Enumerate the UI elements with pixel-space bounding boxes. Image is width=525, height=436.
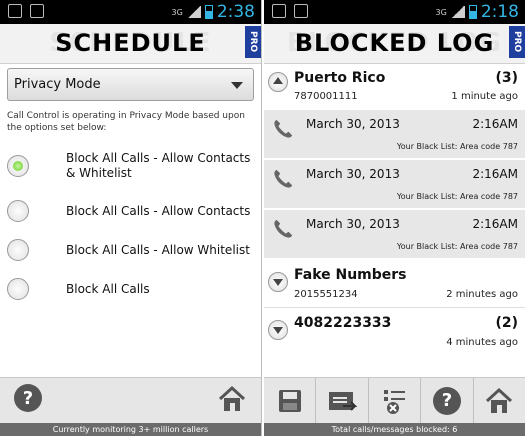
pro-badge: PRO [509, 26, 525, 58]
help-icon: ? [14, 384, 42, 412]
page-title: BLOCKED LOG [294, 29, 495, 57]
log-entry[interactable]: March 30, 2013 2:16AM Your Black List: A… [264, 210, 525, 259]
phone-icon [274, 219, 293, 238]
group-time: 4 minutes ago [446, 337, 518, 348]
group-count: (2) [495, 315, 518, 331]
option-label: Block All Calls - Allow Contacts & White… [66, 151, 251, 180]
bottom-toolbar: ? [264, 377, 525, 423]
clear-list-button[interactable] [369, 378, 422, 423]
pro-badge: PRO [245, 26, 261, 58]
export-button[interactable] [316, 378, 369, 423]
group-count: (3) [495, 70, 518, 86]
mode-description: Call Control is operating in Privacy Mod… [7, 111, 245, 133]
battery-icon [468, 5, 477, 19]
blocked-total-footer: Total calls/messages blocked: 6 [264, 423, 525, 436]
message-icon [294, 4, 308, 18]
status-bar: 3G 2:18 [264, 0, 525, 24]
title-bar: BLOCKED LOG BLOCKED LOG PRO [264, 24, 525, 64]
phone-icon [274, 169, 293, 188]
network-type: 3G [171, 7, 183, 17]
log-entry[interactable]: March 30, 2013 2:16AM Your Black List: A… [264, 160, 525, 209]
message-icon [30, 4, 44, 18]
mode-dropdown[interactable]: Privacy Mode [7, 68, 254, 101]
home-icon [486, 387, 513, 413]
option-label: Block All Calls - Allow Contacts [66, 204, 251, 218]
status-time: 2:18 [480, 2, 519, 22]
title-bar: SCHEDULE SCHEDULE PRO [0, 24, 261, 64]
home-icon [218, 385, 246, 411]
notification-icon [8, 4, 22, 18]
collapse-icon[interactable] [268, 72, 288, 92]
group-number: 7870001111 [294, 91, 358, 102]
status-time: 2:38 [216, 2, 255, 22]
group-number: 2015551234 [294, 289, 358, 300]
blocked-log-screen: 3G 2:18 BLOCKED LOG BLOCKED LOG PRO Puer… [264, 0, 525, 436]
help-button[interactable]: ? [421, 378, 474, 423]
page-title: SCHEDULE [55, 29, 206, 57]
phone-icon [274, 119, 293, 138]
group-name: Fake Numbers [294, 267, 407, 283]
entry-time: 2:16AM [472, 217, 518, 231]
schedule-screen: 3G 2:38 SCHEDULE SCHEDULE PRO Privacy Mo… [0, 0, 262, 436]
log-entry[interactable]: March 30, 2013 2:16AM Your Black List: A… [264, 110, 525, 159]
save-button[interactable] [264, 378, 317, 423]
group-header-4082223333[interactable]: 4082223333 (2) 4 minutes ago [264, 310, 525, 356]
entry-date: March 30, 2013 [306, 117, 400, 131]
mode-dropdown-value: Privacy Mode [14, 77, 101, 92]
group-name: 4082223333 [294, 315, 392, 331]
radio-selected-icon[interactable] [7, 155, 29, 177]
group-header-puerto-rico[interactable]: Puerto Rico (3) 7870001111 1 minute ago [264, 66, 525, 110]
chevron-down-icon [231, 82, 243, 89]
notification-icon [272, 4, 286, 18]
save-icon [278, 389, 301, 412]
signal-icon [186, 6, 201, 18]
entry-reason: Your Black List: Area code 787 [396, 142, 518, 151]
home-button[interactable] [217, 384, 247, 414]
help-icon: ? [432, 386, 461, 415]
group-time: 1 minute ago [451, 91, 518, 102]
option-allow-whitelist[interactable]: Block All Calls - Allow Whitelist [0, 237, 261, 263]
expand-icon[interactable] [268, 320, 288, 340]
home-button[interactable] [474, 378, 525, 423]
entry-reason: Your Black List: Area code 787 [396, 192, 518, 201]
entry-time: 2:16AM [472, 117, 518, 131]
battery-icon [204, 5, 213, 19]
option-block-all[interactable]: Block All Calls [0, 276, 261, 302]
entry-reason: Your Black List: Area code 787 [396, 242, 518, 251]
option-label: Block All Calls - Allow Whitelist [66, 243, 250, 257]
help-button[interactable]: ? [14, 384, 44, 414]
expand-icon[interactable] [268, 272, 288, 292]
option-allow-contacts[interactable]: Block All Calls - Allow Contacts [0, 198, 261, 224]
radio-icon[interactable] [7, 239, 29, 261]
network-type: 3G [435, 7, 447, 17]
status-bar: 3G 2:38 [0, 0, 261, 24]
radio-icon[interactable] [7, 278, 29, 300]
entry-time: 2:16AM [472, 167, 518, 181]
signal-icon [450, 6, 465, 18]
group-name: Puerto Rico [294, 70, 386, 86]
option-allow-contacts-whitelist[interactable]: Block All Calls - Allow Contacts & White… [0, 150, 261, 182]
group-header-fake-numbers[interactable]: Fake Numbers 2015551234 2 minutes ago [264, 262, 525, 308]
bottom-bar: ? Currently monitoring 3+ million caller… [0, 377, 261, 436]
group-time: 2 minutes ago [446, 289, 518, 300]
entry-date: March 30, 2013 [306, 167, 400, 181]
export-icon [329, 391, 358, 411]
clear-list-icon [383, 389, 405, 414]
entry-date: March 30, 2013 [306, 217, 400, 231]
option-label: Block All Calls [66, 282, 150, 296]
radio-icon[interactable] [7, 200, 29, 222]
monitoring-footer: Currently monitoring 3+ million callers [0, 423, 261, 436]
